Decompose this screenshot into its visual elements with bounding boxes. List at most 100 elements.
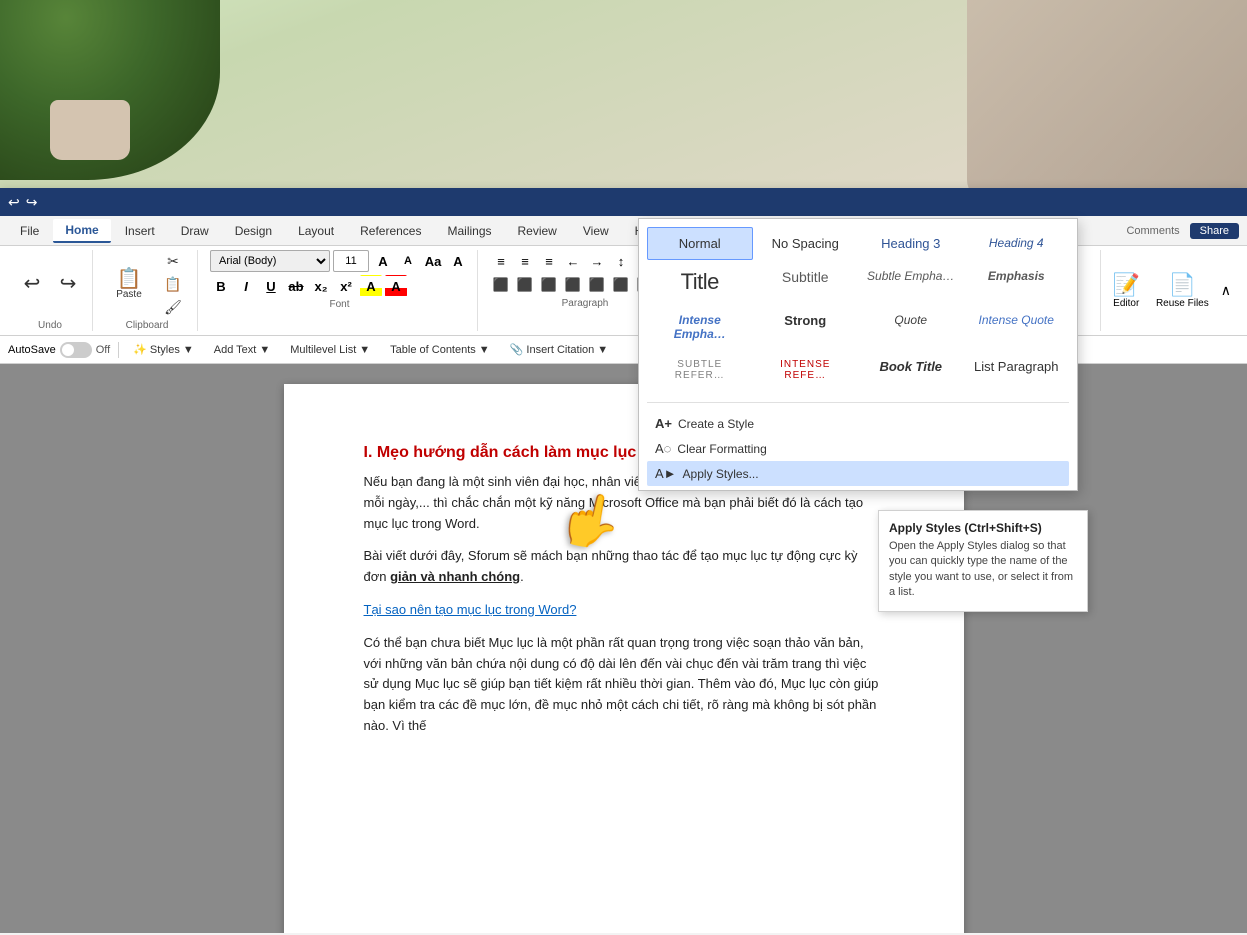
plant-pot <box>50 100 130 160</box>
style-subtitle-item[interactable]: Subtitle <box>753 260 859 304</box>
tab-home[interactable]: Home <box>53 219 110 243</box>
style-emphasis-item[interactable]: Emphasis <box>964 260 1070 304</box>
font-group-label: Font <box>329 299 349 310</box>
style-nospacing-item[interactable]: No Spacing <box>753 227 859 260</box>
font-case-btn[interactable]: Aa <box>422 250 444 272</box>
styles-cmd-btn[interactable]: ✨ Styles ▼ <box>127 341 200 358</box>
style-subtle-ref-item[interactable]: Subtle Refer… <box>647 350 753 390</box>
style-subtle-emph-item[interactable]: Subtle Empha… <box>858 260 964 304</box>
sort-btn[interactable]: ↕ <box>610 250 632 272</box>
tooltip-title: Apply Styles (Ctrl+Shift+S) <box>889 521 1077 535</box>
styles-divider <box>647 402 1069 403</box>
redo-icon: ↪ <box>60 274 77 294</box>
copy-icon: 📋 <box>164 276 181 293</box>
doc-para-4: Có thể bạn chưa biết Mục lục là một phần… <box>364 633 884 737</box>
tab-layout[interactable]: Layout <box>286 220 346 242</box>
doc-link-line: Tại sao nên tạo mục lục trong Word? <box>364 600 884 621</box>
spacing-btn[interactable]: ⬛ <box>610 274 632 296</box>
superscript-btn[interactable]: x² <box>335 275 357 297</box>
reuse-files-icon: 📄 <box>1169 272 1196 298</box>
format-painter-btn[interactable]: 🖌 <box>157 297 189 318</box>
create-style-item[interactable]: A+ Create a Style <box>647 411 1069 436</box>
strikethrough-btn[interactable]: ab <box>285 275 307 297</box>
italic-btn[interactable]: I <box>235 275 257 297</box>
format-painter-icon: 🖌 <box>164 299 182 316</box>
tab-insert[interactable]: Insert <box>113 220 167 242</box>
undo-ribbon-btn[interactable]: ↩ <box>16 272 48 296</box>
tab-design[interactable]: Design <box>223 220 284 242</box>
align-center-btn[interactable]: ⬛ <box>514 274 536 296</box>
tab-draw[interactable]: Draw <box>169 220 221 242</box>
create-style-icon: A+ <box>655 416 672 431</box>
multilevel-btn[interactable]: ≡ <box>538 250 560 272</box>
underline-btn[interactable]: U <box>260 275 282 297</box>
editor-panel-btn[interactable]: 📝 Editor <box>1109 268 1144 313</box>
tab-references[interactable]: References <box>348 220 433 242</box>
tab-view[interactable]: View <box>571 220 621 242</box>
tab-review[interactable]: Review <box>506 220 569 242</box>
style-normal-item[interactable]: Normal <box>647 227 753 260</box>
numbering-btn[interactable]: ≡ <box>514 250 536 272</box>
font-highlight-btn[interactable]: A <box>360 275 382 297</box>
add-text-cmd-btn[interactable]: Add Text ▼ <box>208 342 277 358</box>
autosave-toggle[interactable] <box>60 342 92 358</box>
font-clear-btn[interactable]: A <box>447 250 469 272</box>
keyboard-decoration <box>967 0 1247 200</box>
cursor-hand: 👆 <box>553 485 627 556</box>
redo-ribbon-btn[interactable]: ↪ <box>52 272 84 296</box>
font-grow-btn[interactable]: A <box>372 250 394 272</box>
tooltip-box: Apply Styles (Ctrl+Shift+S) Open the App… <box>878 510 1088 612</box>
style-intense-empha-item[interactable]: Intense Empha… <box>647 304 753 350</box>
style-book-title-item[interactable]: Book Title <box>858 350 964 390</box>
cut-icon: ✂ <box>167 253 179 270</box>
cut-btn[interactable]: ✂ <box>157 251 189 272</box>
style-strong-item[interactable]: Strong <box>753 304 859 350</box>
apply-styles-item[interactable]: A► Apply Styles... <box>647 461 1069 486</box>
copy-btn[interactable]: 📋 <box>157 274 189 295</box>
undo-btn[interactable]: ↩ <box>8 194 20 211</box>
paragraph-group-label: Paragraph <box>562 298 609 309</box>
style-intense-quote-item[interactable]: Intense Quote <box>964 304 1070 350</box>
redo-btn[interactable]: ↪ <box>26 194 38 211</box>
increase-indent-btn[interactable]: → <box>586 250 608 272</box>
columns-btn[interactable]: ⬛ <box>586 274 608 296</box>
style-title-item[interactable]: Title <box>647 260 753 304</box>
multilevel-cmd-btn[interactable]: Multilevel List ▼ <box>284 342 376 358</box>
comments-btn[interactable]: Comments <box>1126 225 1179 237</box>
undo-group-label: Undo <box>38 320 62 331</box>
align-justify-btn[interactable]: ⬛ <box>562 274 584 296</box>
reuse-files-btn[interactable]: 📄 Reuse Files <box>1152 268 1213 313</box>
decrease-indent-btn[interactable]: ← <box>562 250 584 272</box>
style-list-para-item[interactable]: List Paragraph <box>964 350 1070 390</box>
font-size-input[interactable] <box>333 250 369 272</box>
autosave-control[interactable]: AutoSave Off <box>8 342 110 358</box>
align-left-btn[interactable]: ⬛ <box>490 274 512 296</box>
styles-footer: A+ Create a Style A◌ Clear Formatting A►… <box>639 407 1077 490</box>
font-name-select[interactable]: Arial (Body) <box>210 250 330 272</box>
clear-formatting-icon: A◌ <box>655 441 671 456</box>
font-shrink-btn[interactable]: A <box>397 250 419 272</box>
clipboard-group-label: Clipboard <box>126 320 169 331</box>
font-color-btn[interactable]: A <box>385 275 407 297</box>
style-heading3-item[interactable]: Heading 3 <box>858 227 964 260</box>
tab-file[interactable]: File <box>8 220 51 242</box>
style-heading4-item[interactable]: Heading 4 <box>964 227 1070 260</box>
tooltip-body: Open the Apply Styles dialog so that you… <box>889 539 1077 601</box>
subscript-btn[interactable]: x₂ <box>310 275 332 297</box>
toggle-knob <box>62 344 74 356</box>
style-quote-item[interactable]: Quote <box>858 304 964 350</box>
paste-btn[interactable]: 📋 Paste <box>105 267 153 302</box>
ribbon-collapse-btn[interactable]: ∧ <box>1221 282 1231 299</box>
style-intense-ref-item[interactable]: Intense Refe… <box>753 350 859 390</box>
bold-btn[interactable]: B <box>210 275 232 297</box>
bullets-btn[interactable]: ≡ <box>490 250 512 272</box>
apply-styles-icon: A► <box>655 466 677 481</box>
citation-cmd-btn[interactable]: 📎 Insert Citation ▼ <box>504 341 614 358</box>
toc-cmd-btn[interactable]: Table of Contents ▼ <box>384 342 496 358</box>
tab-mailings[interactable]: Mailings <box>435 220 503 242</box>
font-group: Arial (Body) A A Aa A B I U ab x₂ x² A A <box>202 250 478 331</box>
share-btn[interactable]: Share <box>1190 223 1239 239</box>
clear-formatting-item[interactable]: A◌ Clear Formatting <box>647 436 1069 461</box>
doc-para-2: Bài viết dưới đây, Sforum sẽ mách bạn nh… <box>364 546 884 588</box>
align-right-btn[interactable]: ⬛ <box>538 274 560 296</box>
